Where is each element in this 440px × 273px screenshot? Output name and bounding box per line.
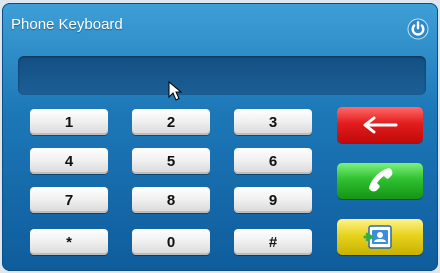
key-3[interactable]: 3 [234,109,312,135]
number-display [18,56,426,95]
backspace-button[interactable] [337,107,423,143]
key-4[interactable]: 4 [30,148,108,174]
key-1[interactable]: 1 [30,109,108,135]
key-9[interactable]: 9 [234,187,312,213]
title-bar: Phone Keyboard [2,3,438,41]
key-5[interactable]: 5 [132,148,210,174]
power-icon[interactable] [407,18,429,40]
key-2[interactable]: 2 [132,109,210,135]
mouse-cursor-icon [168,81,182,101]
key-8[interactable]: 8 [132,187,210,213]
backspace-arrow-icon [363,116,398,134]
contacts-book-icon [363,225,392,249]
phone-keyboard-window: Phone Keyboard 1 2 3 4 5 6 7 8 9 * 0 # [2,3,438,271]
phone-handset-icon [369,168,393,192]
contacts-button[interactable] [337,219,423,255]
call-button[interactable] [337,163,423,199]
key-0[interactable]: 0 [132,229,210,255]
key-7[interactable]: 7 [30,187,108,213]
key-6[interactable]: 6 [234,148,312,174]
key-star[interactable]: * [30,229,108,255]
key-hash[interactable]: # [234,229,312,255]
window-title: Phone Keyboard [11,16,123,33]
